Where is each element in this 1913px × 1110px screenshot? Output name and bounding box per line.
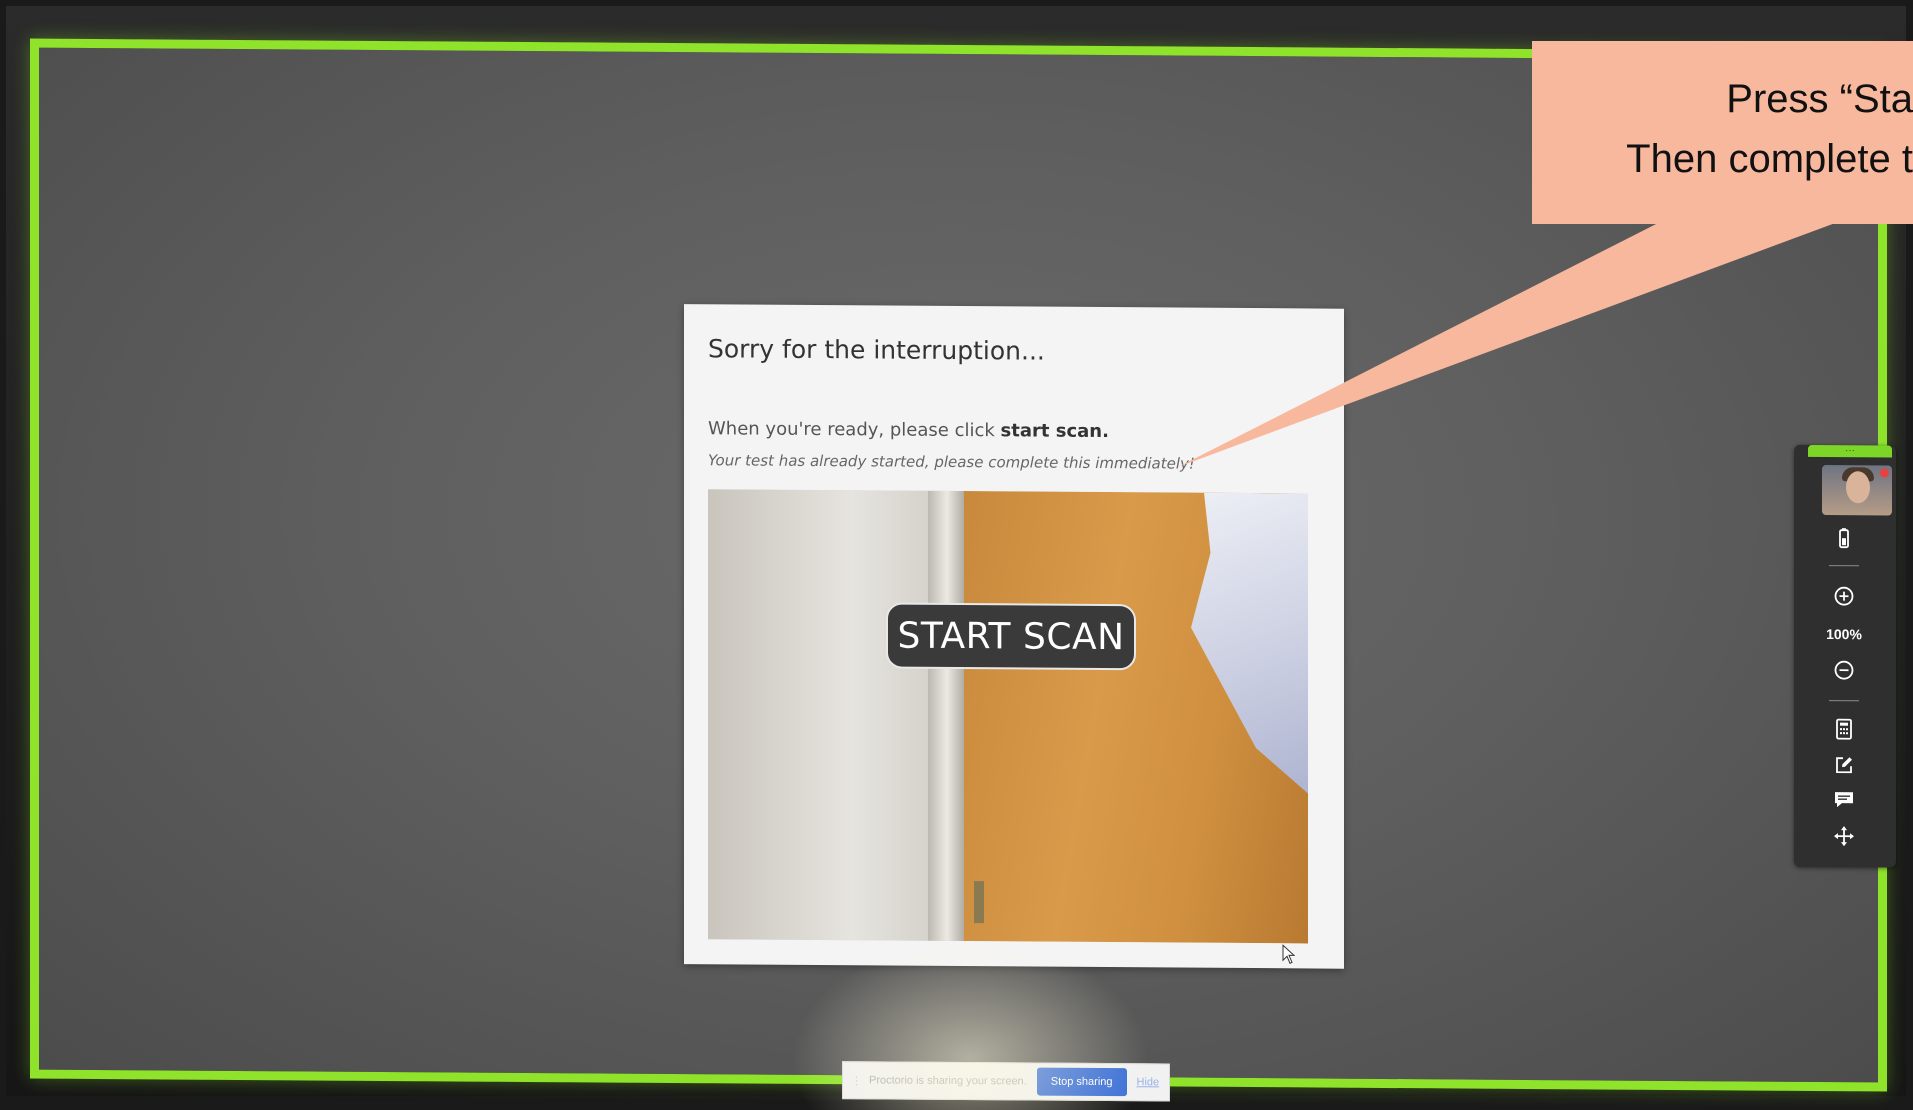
- dialog-message-action: start scan.: [1000, 420, 1109, 443]
- webcam-preview: START SCAN: [708, 489, 1308, 944]
- recording-indicator: [1880, 468, 1889, 478]
- camera-door-frame: [928, 490, 966, 942]
- dialog-title: Sorry for the interruption...: [708, 334, 1045, 366]
- dialog-note: Your test has already started, please co…: [708, 451, 1195, 473]
- avatar-face: [1846, 471, 1870, 504]
- screen-share-bar: ⋮ Proctorio is sharing your screen. Stop…: [842, 1061, 1170, 1102]
- battery-icon: [1829, 523, 1859, 553]
- toolbar-divider: [1829, 700, 1859, 702]
- notepad-icon[interactable]: [1829, 750, 1859, 780]
- instruction-callout: Press “Sta Then complete t: [1532, 41, 1913, 224]
- toolbar-drag-handle[interactable]: ···: [1808, 444, 1892, 458]
- move-icon[interactable]: [1829, 821, 1859, 851]
- stop-sharing-button[interactable]: Stop sharing: [1036, 1067, 1127, 1097]
- share-bar-text: Proctorio is sharing your screen.: [869, 1074, 1027, 1088]
- dialog-message-text: When you're ready, please click: [708, 418, 995, 442]
- room-scan-dialog: Sorry for the interruption... When you'r…: [684, 304, 1344, 969]
- start-scan-button[interactable]: START SCAN: [886, 602, 1136, 671]
- webcam-avatar: [1822, 465, 1892, 516]
- toolbar-divider: [1829, 565, 1859, 567]
- chat-icon[interactable]: [1829, 785, 1859, 815]
- calculator-icon[interactable]: [1829, 714, 1859, 744]
- dialog-message: When you're ready, please click start sc…: [708, 418, 1109, 442]
- zoom-in-icon[interactable]: [1829, 581, 1859, 611]
- mouse-cursor-icon: [1282, 944, 1296, 964]
- hide-link[interactable]: Hide: [1137, 1076, 1160, 1088]
- camera-door-hinge: [974, 881, 984, 924]
- share-bar-grip-icon: ⋮: [851, 1074, 862, 1087]
- zoom-out-icon[interactable]: [1829, 655, 1859, 685]
- proctor-toolbar: ··· 100%: [1794, 444, 1896, 868]
- camera-wall: [708, 489, 948, 941]
- callout-line-2: Then complete t: [1626, 137, 1913, 181]
- callout-line-1: Press “Sta: [1726, 77, 1913, 121]
- zoom-level: 100%: [1826, 626, 1862, 643]
